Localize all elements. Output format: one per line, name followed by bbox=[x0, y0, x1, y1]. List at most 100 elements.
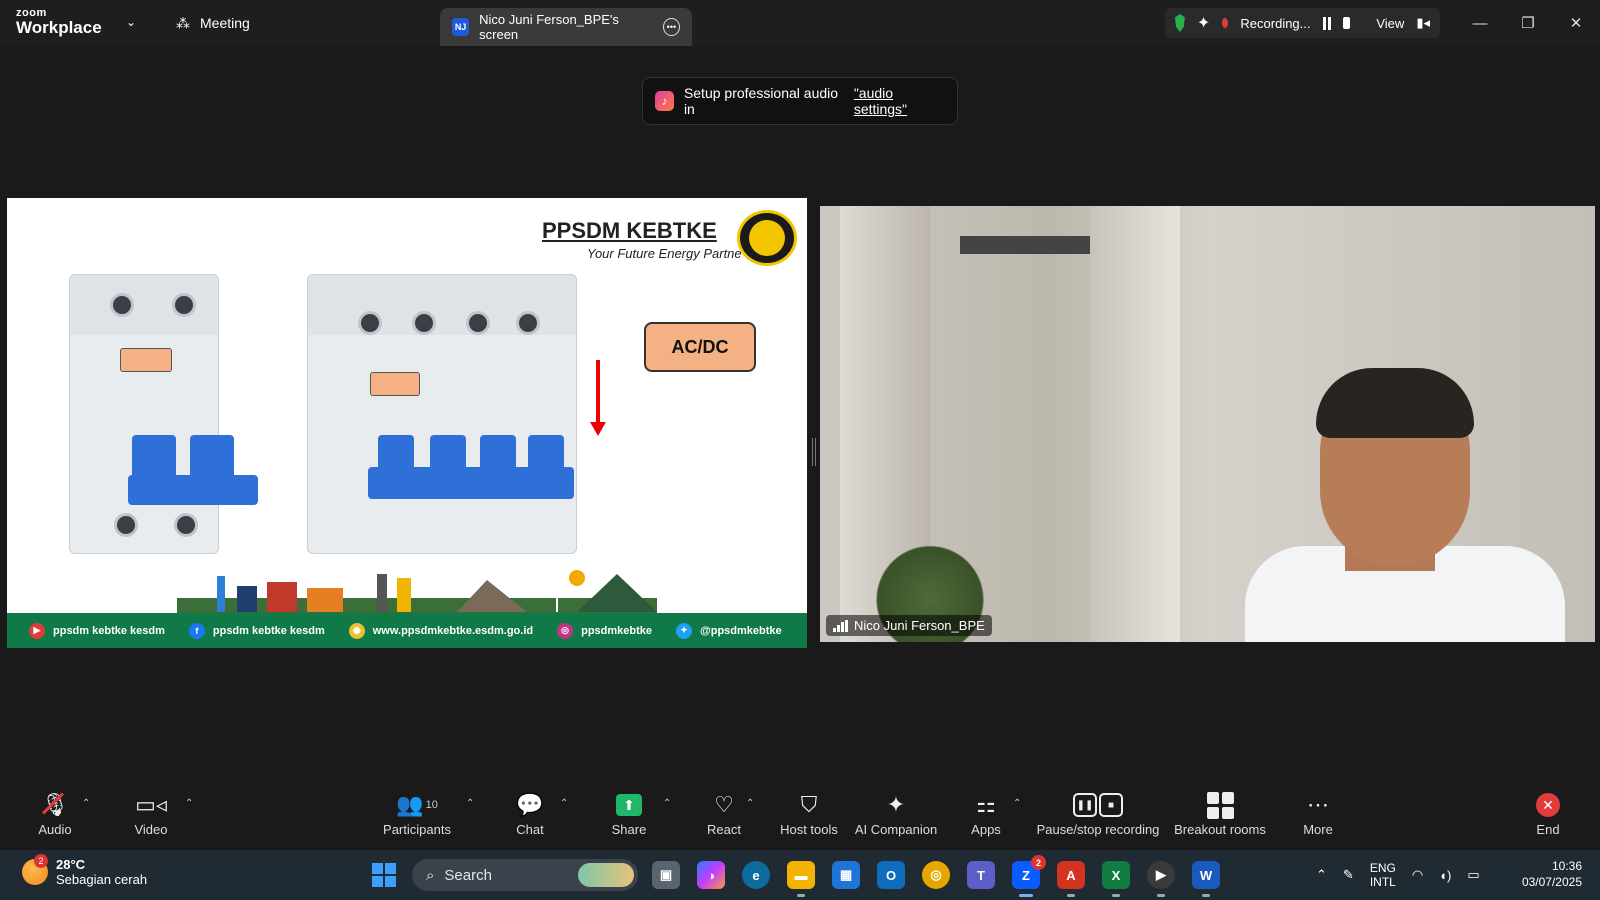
stop-recording-icon[interactable] bbox=[1342, 17, 1351, 29]
search-icon: ⌕ bbox=[426, 866, 435, 884]
battery-icon[interactable]: ▭ bbox=[1467, 867, 1479, 883]
audio-label: Audio bbox=[38, 822, 72, 837]
more-options-icon[interactable]: ••• bbox=[662, 18, 681, 36]
video-button[interactable]: ▭◃ Video bbox=[128, 790, 174, 850]
tray-chevron-up-icon[interactable]: ⌃ bbox=[1316, 867, 1327, 883]
acdc-label-box: AC/DC bbox=[644, 322, 756, 372]
ai-companion-button[interactable]: ✦ AI Companion bbox=[855, 790, 937, 850]
twitter-icon: ✦ bbox=[676, 622, 693, 639]
participants-icon: 👥 10 bbox=[396, 792, 438, 817]
video-options-chevron-icon[interactable]: ⌃ bbox=[185, 798, 193, 809]
pause-stop-recording-button[interactable]: ❚❚ ■ Pause/stop recording bbox=[1036, 790, 1160, 850]
restore-icon[interactable]: ❐ bbox=[1504, 0, 1552, 46]
circuit-breaker-2pole-image bbox=[69, 274, 258, 554]
web-icon: ◉ bbox=[348, 622, 365, 639]
react-options-chevron-icon[interactable]: ⌃ bbox=[746, 798, 754, 809]
apps-options-chevron-icon[interactable]: ⌃ bbox=[1013, 798, 1021, 809]
copilot-icon[interactable]: ◑ bbox=[697, 861, 725, 889]
chat-options-chevron-icon[interactable]: ⌃ bbox=[560, 798, 568, 809]
minimize-icon[interactable]: — bbox=[1456, 0, 1504, 46]
end-label: End bbox=[1536, 822, 1560, 837]
windows-start-icon[interactable] bbox=[372, 863, 396, 887]
recording-label: Recording... bbox=[1240, 15, 1311, 31]
zoom-taskbar-icon[interactable]: Z2 bbox=[1012, 855, 1046, 897]
close-icon[interactable]: ✕ bbox=[1552, 0, 1600, 46]
video-camera-icon: ▭◃ bbox=[135, 792, 167, 817]
chat-button[interactable]: 💬 Chat bbox=[512, 790, 548, 850]
ai-companion-label: AI Companion bbox=[854, 822, 938, 837]
share-options-chevron-icon[interactable]: ⌃ bbox=[663, 798, 671, 809]
heart-icon: ♡ bbox=[714, 792, 734, 817]
shared-screen-slide: PPSDM KEBTKE Your Future Energy Partne A… bbox=[7, 198, 807, 648]
microphone-muted-icon: 🎙 bbox=[41, 792, 69, 817]
circuit-breaker-4pole-image bbox=[307, 274, 577, 554]
system-clock[interactable]: 10:36 03/07/2025 bbox=[1522, 858, 1582, 890]
recording-cloud-icon bbox=[1222, 18, 1229, 28]
pause-recording-icon[interactable] bbox=[1322, 16, 1331, 30]
breakout-grid-icon bbox=[1206, 791, 1234, 819]
end-meeting-button[interactable]: ✕ End bbox=[1532, 790, 1564, 850]
chrome-icon[interactable]: ◎ bbox=[922, 861, 950, 889]
ai-sparkle-icon[interactable]: ✦ bbox=[1197, 13, 1210, 33]
participants-options-chevron-icon[interactable]: ⌃ bbox=[466, 798, 474, 809]
weather-widget[interactable]: 2 28°C Sebagian cerah bbox=[22, 854, 147, 887]
microsoft-store-icon[interactable]: ▦ bbox=[832, 861, 860, 889]
react-button[interactable]: ♡ React bbox=[705, 790, 743, 850]
split-resize-handle[interactable] bbox=[812, 438, 816, 466]
file-explorer-icon[interactable]: ▬ bbox=[787, 861, 815, 897]
task-view-icon[interactable]: ▣ bbox=[652, 861, 680, 889]
esdm-logo bbox=[737, 210, 797, 266]
breakout-rooms-button[interactable]: Breakout rooms bbox=[1174, 790, 1266, 850]
tab-meeting[interactable]: ⁂ Meeting bbox=[176, 0, 250, 46]
view-layout-icon[interactable]: ▮◂ bbox=[1416, 15, 1430, 31]
edge-browser-icon[interactable]: e bbox=[742, 861, 770, 889]
audio-options-chevron-icon[interactable]: ⌃ bbox=[82, 798, 90, 809]
breakout-label: Breakout rooms bbox=[1174, 822, 1266, 837]
acrobat-icon[interactable]: A bbox=[1057, 861, 1085, 897]
more-button[interactable]: ⋯ More bbox=[1300, 790, 1336, 850]
encryption-shield-icon[interactable] bbox=[1175, 14, 1185, 32]
media-player-icon[interactable]: ▶ bbox=[1147, 861, 1175, 897]
excel-icon[interactable]: X bbox=[1102, 861, 1130, 897]
video-label: Video bbox=[134, 822, 168, 837]
participants-button[interactable]: 👥 10 Participants bbox=[380, 790, 454, 850]
apps-button[interactable]: ⚏ Apps bbox=[968, 790, 1004, 850]
teams-icon[interactable]: T bbox=[967, 861, 995, 889]
footer-social-text: ppsdm kebtke kesdm bbox=[212, 624, 325, 637]
participant-video-tile[interactable]: Nico Juni Ferson_BPE bbox=[820, 206, 1595, 642]
footer-social-text: ppsdm kebtke kesdm bbox=[53, 624, 165, 637]
host-tools-button[interactable]: ⛉ Host tools bbox=[776, 790, 842, 850]
footer-social-item: ✦ @ppsdmkebtke bbox=[676, 622, 782, 639]
clock-date: 03/07/2025 bbox=[1521, 875, 1582, 890]
share-label: Share bbox=[611, 822, 647, 837]
share-screen-icon: ⬆ bbox=[616, 794, 642, 816]
more-dots-icon: ⋯ bbox=[1307, 792, 1329, 817]
taskbar-search[interactable]: ⌕ Search bbox=[412, 859, 638, 891]
recording-status-group: ✦ Recording... View ▮◂ bbox=[1165, 8, 1440, 38]
audio-settings-link[interactable]: "audio settings" bbox=[854, 85, 945, 117]
audio-button[interactable]: 🎙 Audio bbox=[34, 790, 76, 850]
pause-stop-icon: ❚❚ ■ bbox=[1073, 793, 1123, 817]
participant-name-tag: Nico Juni Ferson_BPE bbox=[826, 615, 992, 636]
toast-text: Setup professional audio in bbox=[683, 85, 839, 117]
view-button[interactable]: View bbox=[1376, 16, 1404, 31]
volume-icon[interactable]: ◖) bbox=[1439, 868, 1451, 883]
zoom-workplace-logo[interactable]: zoom Workplace bbox=[16, 8, 102, 37]
slide-org-title: PPSDM KEBTKE bbox=[542, 218, 717, 243]
participants-label: Participants bbox=[383, 822, 451, 837]
wifi-icon[interactable]: ◠ bbox=[1412, 867, 1423, 883]
breaker-label-box-2 bbox=[370, 372, 420, 396]
word-icon[interactable]: W bbox=[1192, 861, 1220, 897]
outlook-icon[interactable]: O bbox=[877, 861, 905, 889]
language-indicator[interactable]: ENG INTL bbox=[1370, 861, 1396, 890]
chevron-down-icon[interactable]: ⌄ bbox=[126, 15, 136, 29]
window-titlebar: zoom Workplace ⌄ ⁂ Meeting NJ Nico Juni … bbox=[0, 0, 1600, 46]
brand-big: Workplace bbox=[16, 18, 102, 37]
tab-shared-screen[interactable]: NJ Nico Juni Ferson_BPE's screen ••• bbox=[440, 8, 692, 46]
red-down-arrow bbox=[590, 360, 606, 436]
share-button[interactable]: ⬆ Share bbox=[608, 790, 650, 850]
weather-temp: 28°C bbox=[56, 857, 86, 872]
pen-icon[interactable]: ✎ bbox=[1343, 867, 1354, 883]
meeting-icon: ⁂ bbox=[176, 14, 190, 31]
audio-settings-toast: ♪ Setup professional audio in "audio set… bbox=[642, 77, 958, 125]
